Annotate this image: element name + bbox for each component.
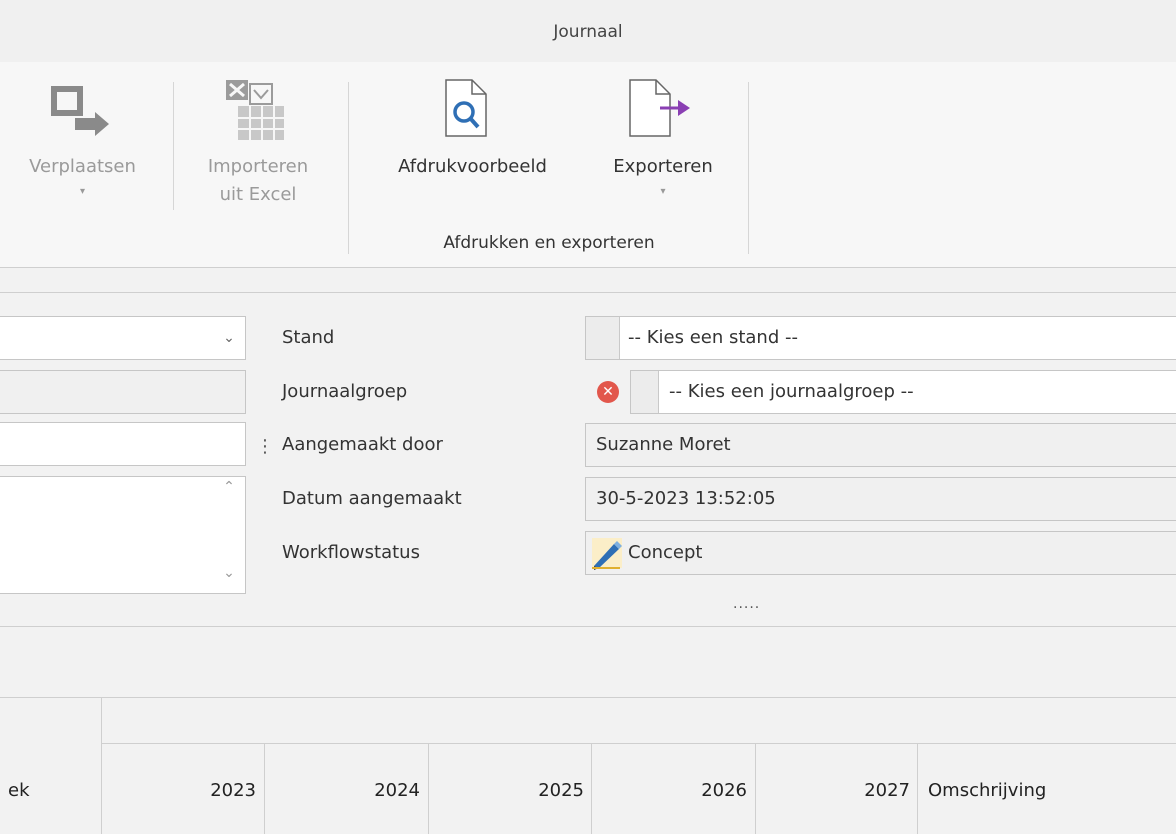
column-separator — [264, 744, 265, 834]
column-header-2025[interactable]: 2025 — [432, 780, 584, 801]
left-readonly-field — [0, 370, 246, 414]
stand-select[interactable]: -- Kies een stand -- — [585, 316, 1176, 360]
workflow-status-value: Concept — [628, 542, 703, 563]
column-separator — [917, 744, 918, 834]
workflow-status-label: Workflowstatus — [282, 542, 420, 563]
created-date-label: Datum aangemaakt — [282, 488, 462, 509]
chevron-down-icon[interactable]: ⌄ — [213, 317, 245, 359]
scrollbar[interactable]: ⌃ ⌄ — [213, 477, 245, 593]
stand-color-swatch — [586, 317, 620, 359]
print-preview-button[interactable]: Afdrukvoorbeeld — [360, 74, 585, 214]
stand-value: -- Kies een stand -- — [628, 327, 798, 348]
form-bottom-border — [0, 626, 1176, 627]
journaalgroep-label: Journaalgroep — [282, 381, 408, 402]
import-label-line2: uit Excel — [219, 184, 297, 205]
ribbon-bottom-border — [0, 267, 1176, 268]
column-separator — [755, 744, 756, 834]
error-icon: ✕ — [597, 381, 619, 403]
column-header-ek[interactable]: ek — [8, 780, 30, 801]
created-by-field: Suzanne Moret — [585, 423, 1176, 467]
scroll-up-icon[interactable]: ⌃ — [213, 479, 245, 495]
grid-band-border — [101, 743, 1176, 744]
export-button[interactable]: Exporteren ▾ — [588, 74, 738, 214]
ribbon-separator — [748, 82, 749, 254]
ribbon-group-label: Afdrukken en exporteren — [443, 233, 655, 253]
import-label-line1: Importeren — [207, 156, 309, 177]
excel-import-icon — [226, 80, 284, 140]
journaalgroep-select[interactable]: -- Kies een journaalgroep -- — [630, 370, 1176, 414]
left-multiline-input[interactable]: ⌃ ⌄ — [0, 476, 246, 594]
ribbon-separator — [348, 82, 349, 254]
grid-group-separator — [101, 698, 102, 834]
move-caret: ▾ — [79, 186, 86, 197]
pencil-edit-icon — [592, 538, 622, 570]
column-header-2026[interactable]: 2026 — [595, 780, 747, 801]
column-separator — [591, 744, 592, 834]
export-caret: ▾ — [660, 186, 666, 197]
created-date-value: 30-5-2023 13:52:05 — [596, 488, 776, 509]
stand-label: Stand — [282, 327, 335, 348]
scroll-down-icon[interactable]: ⌄ — [213, 565, 245, 581]
created-date-field: 30-5-2023 13:52:05 — [585, 477, 1176, 521]
move-button[interactable]: Verplaatsen ▾ — [0, 74, 170, 214]
column-header-omschrijving[interactable]: Omschrijving — [928, 780, 1046, 801]
workflow-status-field: Concept — [585, 531, 1176, 575]
splitter-handle[interactable]: ⋮ — [256, 430, 274, 464]
form-top-border — [0, 292, 1176, 293]
column-header-2023[interactable]: 2023 — [104, 780, 256, 801]
left-dropdown[interactable]: ⌄ — [0, 316, 246, 360]
move-icon — [51, 86, 109, 136]
more-fields-toggle[interactable]: ..... — [733, 596, 760, 612]
move-label: Verplaatsen — [29, 156, 136, 177]
column-header-2024[interactable]: 2024 — [268, 780, 420, 801]
export-icon — [629, 79, 690, 137]
export-label: Exporteren — [613, 156, 713, 177]
print-preview-label: Afdrukvoorbeeld — [398, 156, 547, 177]
column-separator — [428, 744, 429, 834]
journaalgroep-value: -- Kies een journaalgroep -- — [669, 381, 914, 402]
import-excel-button[interactable]: Importeren uit Excel — [178, 74, 338, 214]
data-grid — [0, 697, 1176, 834]
journaalgroep-color-swatch — [631, 371, 659, 413]
left-text-input[interactable] — [0, 422, 246, 466]
window-title: Journaal — [553, 22, 623, 42]
created-by-label: Aangemaakt door — [282, 434, 443, 455]
column-header-2027[interactable]: 2027 — [758, 780, 910, 801]
grid-top-border — [0, 697, 1176, 698]
created-by-value: Suzanne Moret — [596, 434, 731, 455]
print-preview-icon — [445, 79, 487, 137]
ribbon-separator — [173, 82, 174, 210]
